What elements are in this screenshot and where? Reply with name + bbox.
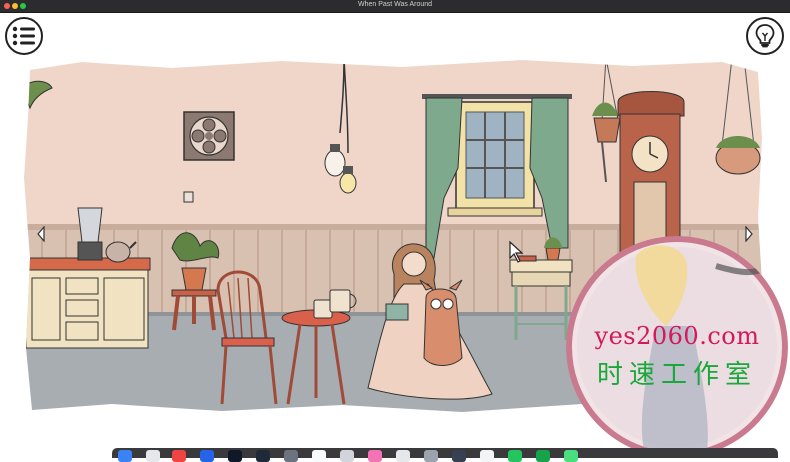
dock-app-icon[interactable] [228,450,242,462]
macos-dock [112,448,778,462]
dock-app-icon[interactable] [172,450,186,462]
wall-vent[interactable] [183,111,235,161]
window-title: When Past Was Around [357,1,433,8]
dock-app-icon[interactable] [508,450,522,462]
dock-app-icon[interactable] [146,450,160,462]
watermark-badge: yes2060.com 时速工作室 [566,236,788,458]
list-icon [12,26,35,46]
dock-app-icon[interactable] [368,450,382,462]
dock-app-icon[interactable] [340,450,354,462]
blender[interactable] [77,207,103,261]
chevron-right-icon [745,226,753,242]
book[interactable] [385,303,409,321]
dock-app-icon[interactable] [396,450,410,462]
lightbulb-icon [755,24,775,48]
light-switch[interactable] [183,191,194,203]
dock-app-icon[interactable] [118,450,132,462]
dock-app-icon[interactable] [200,450,214,462]
watermark-studio: 时速工作室 [596,360,757,390]
dock-app-icon[interactable] [312,450,326,462]
watermark-url: yes2060.com [594,322,760,350]
dock-app-icon[interactable] [480,450,494,462]
dock-app-icon[interactable] [284,450,298,462]
hint-button[interactable] [746,17,784,55]
scene-right-arrow[interactable] [744,226,754,242]
dock-app-icon[interactable] [452,450,466,462]
dock-app-icon[interactable] [536,450,550,462]
chevron-left-icon [37,226,45,242]
dock-app-icon[interactable] [424,450,438,462]
window-titlebar: When Past Was Around [0,0,790,13]
menu-button[interactable] [5,17,43,55]
kitchen-counter[interactable] [22,257,151,349]
dock-app-icon[interactable] [256,450,270,462]
scene-left-arrow[interactable] [36,226,46,242]
dock-app-icon[interactable] [564,450,578,462]
